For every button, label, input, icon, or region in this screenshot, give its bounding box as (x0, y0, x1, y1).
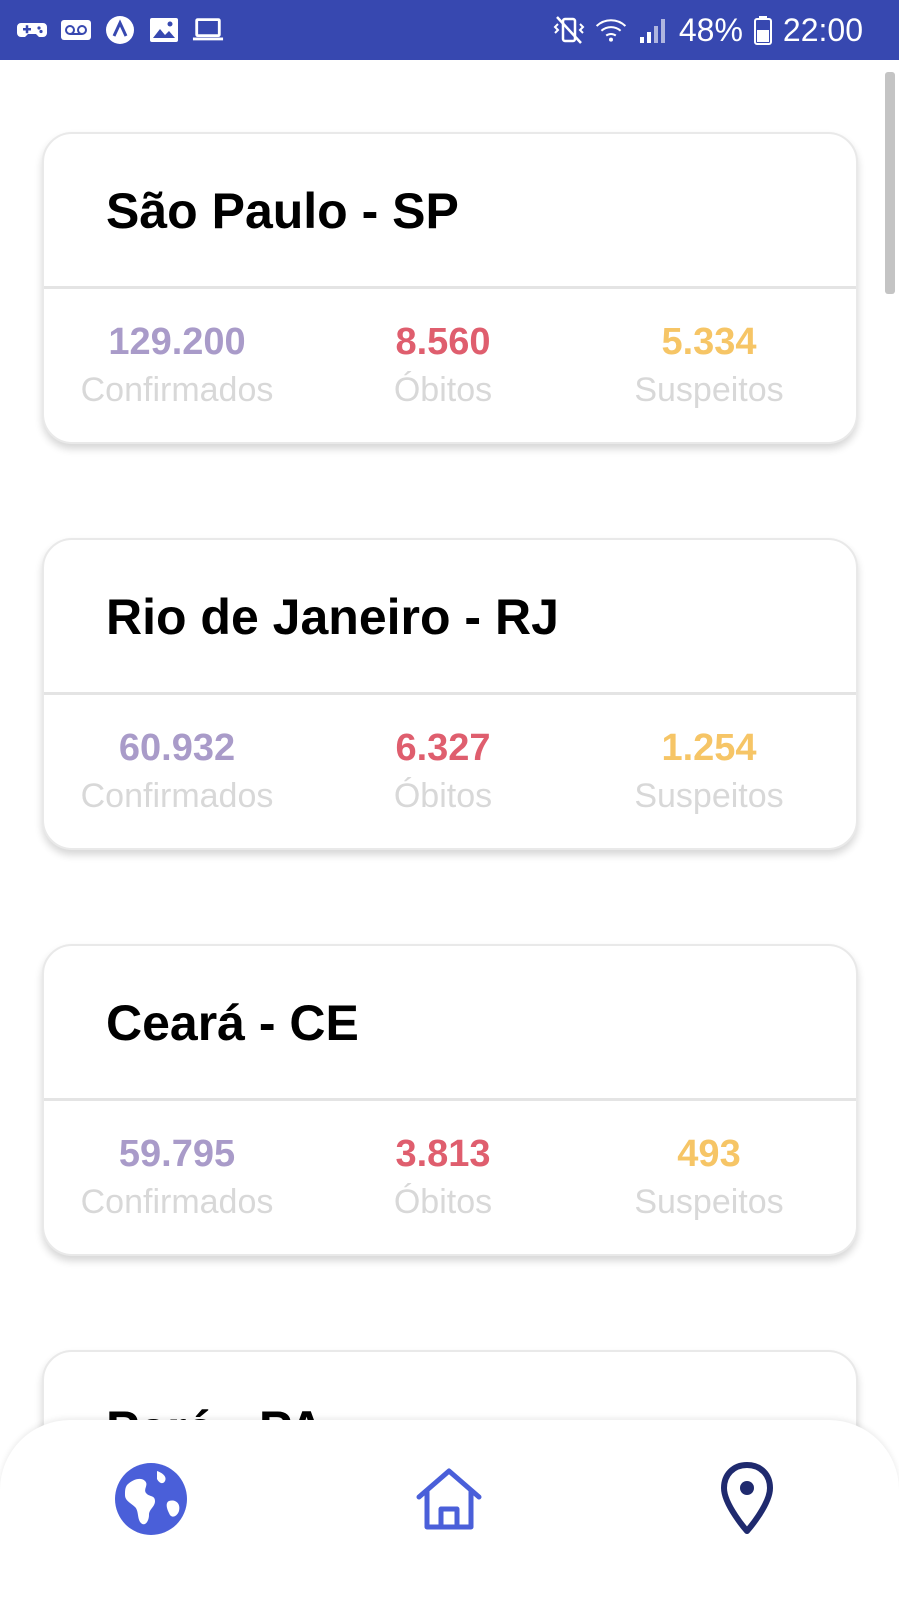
suspected-stat: 5.334 Suspeitos (584, 320, 834, 414)
location-pin-icon (719, 1461, 775, 1542)
image-icon (148, 15, 180, 45)
suspected-label: Suspeitos (634, 777, 784, 815)
deaths-stat: 3.813 Óbitos (318, 1132, 568, 1226)
confirmed-value: 59.795 (118, 1133, 236, 1175)
state-card-sp[interactable]: São Paulo - SP 129.200 Confirmados 8.560… (42, 132, 858, 444)
suspected-label: Suspeitos (634, 1183, 784, 1221)
deaths-stat: 8.560 Óbitos (318, 320, 568, 414)
confirmed-stat: 60.932 Confirmados (52, 726, 302, 820)
nav-world-button[interactable] (106, 1456, 196, 1546)
confirmed-value: 129.200 (108, 321, 246, 363)
deaths-value: 3.813 (395, 1133, 491, 1175)
suspected-label: Suspeitos (634, 371, 784, 409)
confirmed-label: Confirmados (80, 1183, 274, 1221)
confirmed-label: Confirmados (80, 371, 274, 409)
battery-percent: 48% (678, 11, 743, 48)
bottom-navigation (0, 1420, 899, 1599)
laptop-icon (192, 15, 224, 45)
globe-icon (113, 1461, 189, 1542)
state-card-ce[interactable]: Ceará - CE 59.795 Confirmados 3.813 Óbit… (42, 944, 858, 1256)
status-bar: 48% 22:00 (0, 0, 899, 60)
card-divider (44, 692, 856, 695)
state-card-rj[interactable]: Rio de Janeiro - RJ 60.932 Confirmados 6… (42, 538, 858, 850)
deaths-value: 8.560 (395, 321, 491, 363)
confirmed-label: Confirmados (80, 777, 274, 815)
battery-icon (753, 15, 773, 45)
voicemail-icon (60, 15, 92, 45)
vibrate-icon (553, 15, 585, 45)
suspected-stat: 493 Suspeitos (584, 1132, 834, 1226)
confirmed-stat: 59.795 Confirmados (52, 1132, 302, 1226)
suspected-value: 1.254 (661, 727, 757, 769)
state-title: São Paulo - SP (106, 183, 459, 239)
nav-location-button[interactable] (702, 1456, 792, 1546)
wifi-icon (595, 15, 627, 45)
deaths-stat: 6.327 Óbitos (318, 726, 568, 820)
state-title: Rio de Janeiro - RJ (106, 589, 559, 645)
signal-icon (637, 15, 669, 45)
card-divider (44, 286, 856, 289)
suspected-value: 493 (677, 1133, 741, 1175)
deaths-label: Óbitos (393, 1183, 493, 1221)
notification-icons (16, 14, 224, 46)
suspected-stat: 1.254 Suspeitos (584, 726, 834, 820)
nav-home-button[interactable] (404, 1456, 494, 1546)
confirmed-value: 60.932 (118, 727, 236, 769)
game-controller-icon (16, 15, 48, 45)
deaths-value: 6.327 (395, 727, 491, 769)
card-divider (44, 1098, 856, 1101)
scrollbar[interactable] (885, 72, 895, 294)
home-icon (413, 1463, 485, 1540)
deaths-label: Óbitos (393, 371, 493, 409)
suspected-value: 5.334 (661, 321, 757, 363)
deaths-label: Óbitos (393, 777, 493, 815)
confirmed-stat: 129.200 Confirmados (52, 320, 302, 414)
state-title: Ceará - CE (106, 995, 359, 1051)
app-a-icon (104, 15, 136, 45)
system-status: 48% 22:00 (553, 10, 863, 50)
clock: 22:00 (782, 11, 863, 48)
state-list[interactable]: São Paulo - SP 129.200 Confirmados 8.560… (0, 60, 899, 1447)
